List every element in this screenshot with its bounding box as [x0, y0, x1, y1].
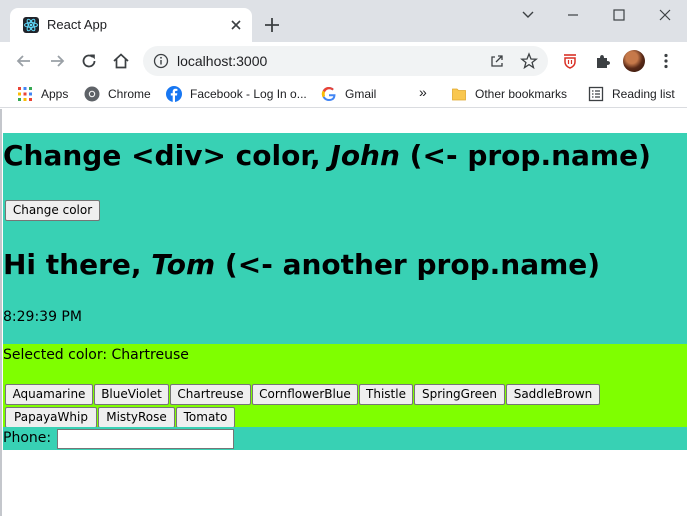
color-button-papayawhip[interactable]: PapayaWhip	[5, 407, 97, 428]
maximize-icon[interactable]	[606, 4, 632, 26]
color-button-tomato[interactable]: Tomato	[176, 407, 235, 428]
phone-input[interactable]	[57, 429, 234, 449]
folder-icon	[452, 88, 466, 101]
chevron-down-icon[interactable]	[515, 4, 541, 26]
profile-avatar[interactable]	[623, 50, 645, 72]
heading-name: Tom	[151, 248, 216, 281]
browser-toolbar: localhost:3000	[0, 42, 687, 80]
heading-suffix: (<- another prop.name)	[215, 248, 601, 281]
react-app-root: Change <div> color, John (<- prop.name) …	[3, 133, 687, 450]
heading-greeting: Hi there, Tom (<- another prop.name)	[3, 248, 600, 282]
bookmark-label: Facebook - Log In o...	[190, 87, 307, 101]
extensions-puzzle-icon[interactable]	[593, 52, 611, 70]
color-button-saddlebrown[interactable]: SaddleBrown	[506, 384, 600, 405]
info-icon[interactable]	[153, 53, 169, 69]
minimize-icon[interactable]	[560, 4, 586, 26]
color-changing-div: Change <div> color, John (<- prop.name) …	[3, 133, 687, 344]
color-button-aquamarine[interactable]: Aquamarine	[5, 384, 93, 405]
bookmarks-bar: Apps Chrome Facebook - Log In o... Gmail…	[0, 80, 687, 108]
heading-name: John	[330, 139, 400, 172]
heading-prefix: Change <div> color,	[3, 139, 331, 172]
bookmark-label: Chrome	[108, 87, 151, 101]
bookmark-label: Apps	[41, 87, 69, 101]
url-text[interactable]: localhost:3000	[177, 53, 267, 69]
reading-list-icon	[588, 86, 604, 102]
reload-icon[interactable]	[79, 51, 99, 71]
apps-grid-icon	[18, 87, 32, 101]
color-button-chartreuse[interactable]: Chartreuse	[170, 384, 251, 405]
more-menu-icon[interactable]	[657, 52, 675, 70]
clock-time: 8:29:39 PM	[3, 309, 82, 325]
back-arrow-icon[interactable]	[14, 51, 34, 71]
heading-change-color: Change <div> color, John (<- prop.name)	[3, 139, 651, 173]
bookmark-star-icon[interactable]	[520, 52, 538, 70]
selected-color-text: Selected color: Chartreuse	[3, 347, 189, 363]
heading-prefix: Hi there,	[3, 248, 152, 281]
phone-row: Phone:	[3, 427, 687, 450]
color-button-thistle[interactable]: Thistle	[359, 384, 413, 405]
color-button-springgreen[interactable]: SpringGreen	[414, 384, 505, 405]
share-icon[interactable]	[489, 53, 505, 69]
browser-tab[interactable]: React App	[10, 8, 252, 42]
extension-shield-icon[interactable]	[561, 52, 579, 70]
facebook-icon	[166, 86, 182, 102]
react-logo-icon	[23, 17, 39, 33]
change-color-button[interactable]: Change color	[5, 200, 100, 221]
window-close-icon[interactable]	[652, 4, 678, 26]
bookmark-label: Gmail	[345, 87, 377, 101]
forward-arrow-icon[interactable]	[47, 51, 67, 71]
close-icon[interactable]	[228, 17, 244, 33]
tab-title: React App	[47, 17, 107, 32]
page-viewport: Change <div> color, John (<- prop.name) …	[0, 109, 687, 516]
color-picker-section: Selected color: Chartreuse Aquamarine Bl…	[3, 344, 687, 428]
chrome-icon	[84, 86, 100, 102]
overflow-label: »	[419, 84, 427, 100]
color-button-blueviolet[interactable]: BlueViolet	[94, 384, 169, 405]
bookmark-label: Reading list	[612, 87, 675, 101]
color-button-cornflowerblue[interactable]: CornflowerBlue	[252, 384, 358, 405]
address-bar[interactable]: localhost:3000	[143, 46, 548, 76]
tab-strip: React App	[0, 0, 687, 42]
home-icon[interactable]	[111, 51, 131, 71]
phone-label: Phone:	[3, 430, 52, 446]
bookmark-label: Other bookmarks	[475, 87, 568, 101]
google-icon	[321, 86, 336, 102]
heading-suffix: (<- prop.name)	[399, 139, 651, 172]
new-tab-plus-icon[interactable]	[262, 15, 282, 35]
color-button-mistyrose[interactable]: MistyRose	[98, 407, 175, 428]
